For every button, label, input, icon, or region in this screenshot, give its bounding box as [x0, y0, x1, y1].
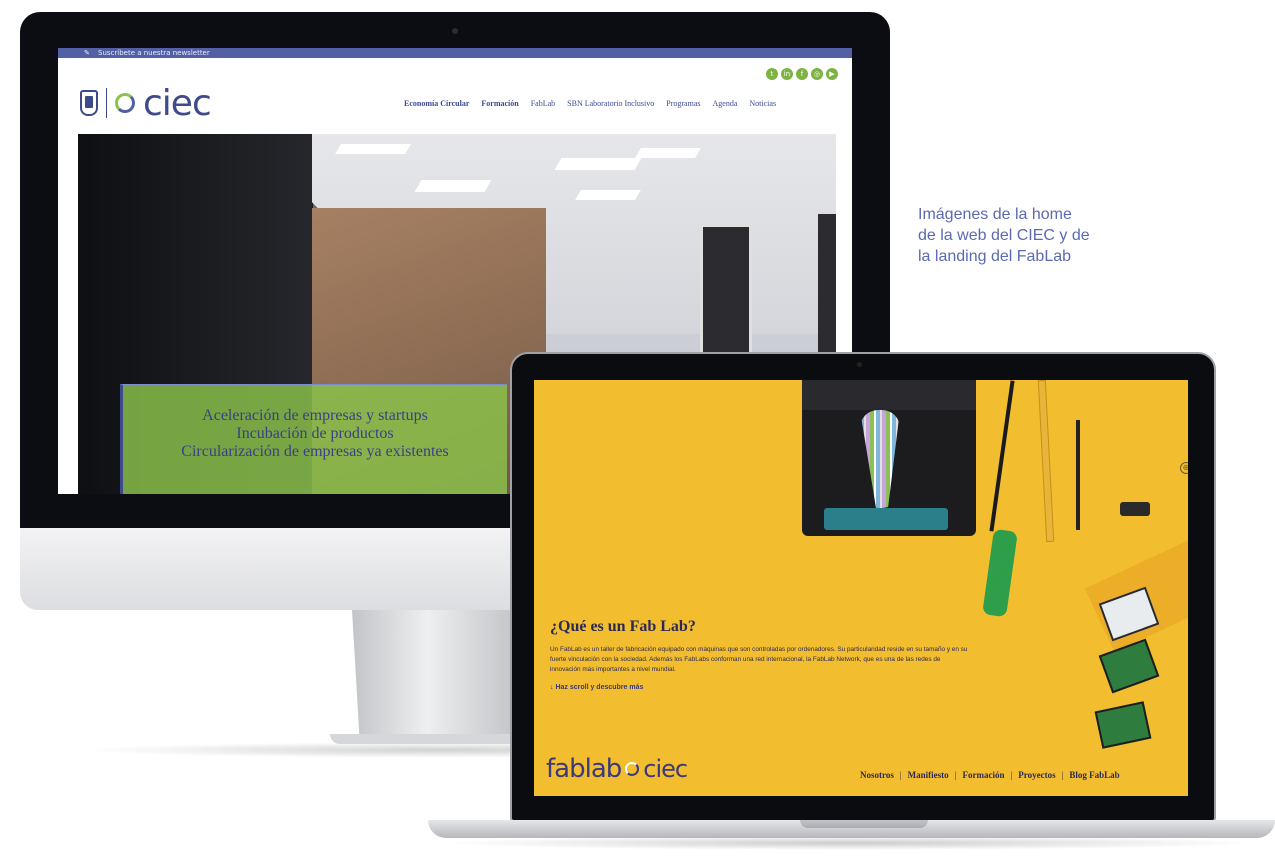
fablab-landing: ⊕ ¿Qué es un Fab Lab? Un FabLab es un ta…: [534, 380, 1188, 796]
fablab-nav: Nosotros | Manifiesto | Formación | Proy…: [860, 770, 1120, 780]
nav-separator: |: [899, 770, 902, 780]
laptop-shadow: [440, 836, 1260, 850]
hero-line-1: Aceleración de empresas y startups: [202, 407, 428, 424]
newsletter-link[interactable]: Suscríbete a nuestra newsletter: [98, 48, 210, 58]
ceiling-light: [554, 158, 642, 170]
fablab-description: Un FabLab es un taller de fabricación eq…: [550, 646, 968, 673]
logo-divider: [106, 88, 107, 118]
scroll-up-icon[interactable]: ⊕: [1180, 462, 1188, 474]
ciec-swirl-icon: [115, 93, 135, 113]
ciec-logo[interactable]: ciec: [80, 82, 212, 124]
fablab-logo[interactable]: fablab ciec: [546, 754, 688, 784]
scroll-cta[interactable]: ↓ Haz scroll y descubre más: [550, 684, 643, 691]
nav-sbn-laboratorio[interactable]: SBN Laboratorio Inclusivo: [567, 99, 654, 108]
youtube-icon[interactable]: ▶: [826, 68, 838, 80]
ceiling-light: [414, 180, 492, 192]
nav-fablab[interactable]: FabLab: [531, 99, 555, 108]
nav-programas[interactable]: Programas: [666, 99, 700, 108]
facebook-icon[interactable]: f: [796, 68, 808, 80]
nav-manifiesto[interactable]: Manifiesto: [908, 770, 949, 780]
ceiling-light: [335, 144, 411, 154]
nav-economia-circular[interactable]: Economía Circular: [404, 99, 469, 108]
caption-line-2: de la web del CIEC y de: [918, 227, 1090, 244]
caption-line-3: la landing del FabLab: [918, 248, 1072, 265]
fablab-logo-text: fablab: [546, 754, 622, 784]
scroll-cta-label: Haz scroll y descubre más: [555, 684, 644, 691]
knob: [1120, 502, 1150, 516]
sensor-board: [824, 508, 948, 530]
main-nav: Economía Circular Formación FabLab SBN L…: [404, 99, 776, 108]
caption-line-1: Imágenes de la home: [918, 206, 1072, 223]
nav-separator: |: [1061, 770, 1064, 780]
linkedin-icon[interactable]: in: [781, 68, 793, 80]
nav-formacion[interactable]: Formación: [962, 770, 1004, 780]
instagram-icon[interactable]: ◎: [811, 68, 823, 80]
nav-separator: |: [954, 770, 957, 780]
pencil: [1037, 380, 1055, 543]
newsletter-bar[interactable]: ✎ Suscríbete a nuestra newsletter: [58, 48, 852, 58]
laptop-camera: [857, 362, 862, 367]
screwdriver-shaft: [989, 380, 1015, 532]
nav-proyectos[interactable]: Proyectos: [1018, 770, 1055, 780]
arrow-down-icon: ↓: [550, 684, 554, 691]
ciec-logo-text: ciec: [643, 755, 688, 783]
image-caption: Imágenes de la home de la web del CIEC y…: [918, 204, 1090, 267]
madrid-shield-icon: [80, 90, 98, 116]
edit-icon: ✎: [84, 49, 90, 57]
nav-noticias[interactable]: Noticias: [749, 99, 776, 108]
laptop-notch: [800, 820, 928, 828]
small-screwdriver: [1076, 420, 1080, 530]
twitter-icon[interactable]: t: [766, 68, 778, 80]
ceiling-light: [635, 148, 701, 158]
hero-banner: Aceleración de empresas y startups Incub…: [120, 384, 507, 494]
nav-separator: |: [1010, 770, 1013, 780]
electronic-module: [1094, 701, 1152, 749]
social-icons: t in f ◎ ▶: [766, 68, 838, 80]
ceiling-light: [575, 190, 641, 200]
nav-blog-fablab[interactable]: Blog FabLab: [1069, 770, 1119, 780]
ciec-swirl-icon: [625, 762, 640, 776]
hero-line-2: Incubación de productos: [236, 425, 394, 442]
circuit-board-top: [802, 380, 976, 410]
ciec-logo-text: ciec: [143, 82, 212, 124]
imac-camera: [452, 28, 458, 34]
hero-line-3: Circularización de empresas ya existente…: [181, 443, 449, 460]
hero-text: Aceleración de empresas y startups Incub…: [123, 407, 507, 461]
screwdriver-handle: [982, 528, 1018, 618]
nav-nosotros[interactable]: Nosotros: [860, 770, 894, 780]
nav-formacion[interactable]: Formación: [481, 99, 518, 108]
nav-agenda[interactable]: Agenda: [713, 99, 738, 108]
fablab-heading: ¿Qué es un Fab Lab?: [550, 618, 696, 635]
electronic-module: [1098, 638, 1160, 694]
